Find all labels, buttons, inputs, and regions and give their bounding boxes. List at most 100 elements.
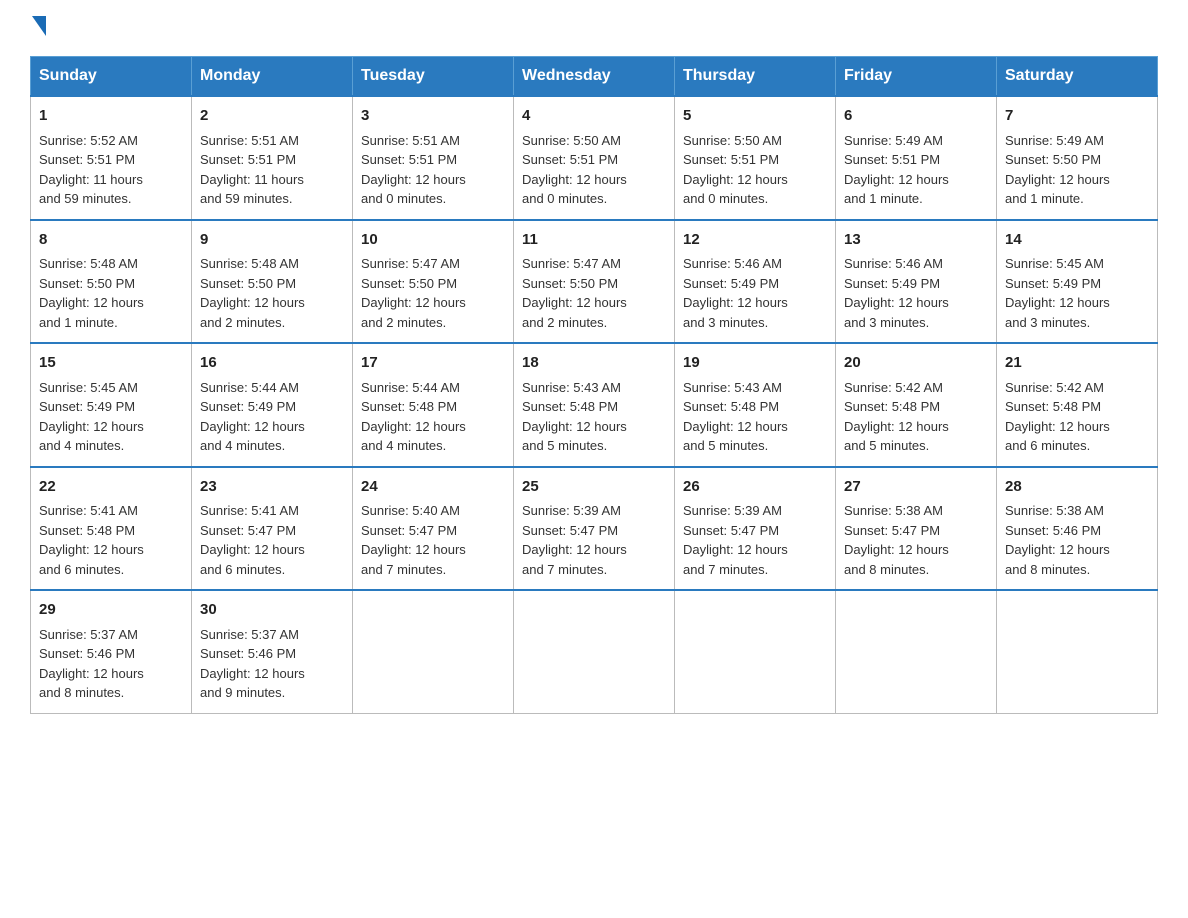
day-info: Sunrise: 5:37 AMSunset: 5:46 PMDaylight:… (200, 627, 305, 701)
column-header-tuesday: Tuesday (353, 57, 514, 97)
day-number: 14 (1005, 229, 1149, 252)
page-header (30, 20, 1158, 36)
calendar-cell: 18 Sunrise: 5:43 AMSunset: 5:48 PMDayligh… (514, 343, 675, 467)
day-info: Sunrise: 5:43 AMSunset: 5:48 PMDaylight:… (522, 380, 627, 454)
day-number: 13 (844, 229, 988, 252)
column-header-monday: Monday (192, 57, 353, 97)
calendar-cell: 26Sunrise: 5:39 AMSunset: 5:47 PMDayligh… (675, 467, 836, 591)
calendar-cell: 19 Sunrise: 5:43 AMSunset: 5:48 PMDayligh… (675, 343, 836, 467)
day-number: 11 (522, 229, 666, 252)
calendar-cell: 25Sunrise: 5:39 AMSunset: 5:47 PMDayligh… (514, 467, 675, 591)
column-header-saturday: Saturday (997, 57, 1158, 97)
calendar-cell: 3 Sunrise: 5:51 AMSunset: 5:51 PMDaylight… (353, 96, 514, 220)
logo (30, 20, 46, 36)
day-number: 22 (39, 476, 183, 499)
calendar-cell: 7Sunrise: 5:49 AMSunset: 5:50 PMDaylight… (997, 96, 1158, 220)
day-info: Sunrise: 5:49 AMSunset: 5:51 PMDaylight:… (844, 133, 949, 207)
calendar-cell: 10Sunrise: 5:47 AMSunset: 5:50 PMDayligh… (353, 220, 514, 344)
day-number: 6 (844, 105, 988, 128)
day-info: Sunrise: 5:47 AMSunset: 5:50 PMDaylight:… (361, 256, 466, 330)
day-info: Sunrise: 5:38 AMSunset: 5:46 PMDaylight:… (1005, 503, 1110, 577)
calendar-cell: 11 Sunrise: 5:47 AMSunset: 5:50 PMDayligh… (514, 220, 675, 344)
calendar-week-row: 15 Sunrise: 5:45 AMSunset: 5:49 PMDayligh… (31, 343, 1158, 467)
day-number: 23 (200, 476, 344, 499)
calendar-cell: 8 Sunrise: 5:48 AMSunset: 5:50 PMDaylight… (31, 220, 192, 344)
day-number: 16 (200, 352, 344, 375)
calendar-cell: 14 Sunrise: 5:45 AMSunset: 5:49 PMDayligh… (997, 220, 1158, 344)
day-info: Sunrise: 5:48 AMSunset: 5:50 PMDaylight:… (200, 256, 305, 330)
day-number: 9 (200, 229, 344, 252)
day-info: Sunrise: 5:40 AMSunset: 5:47 PMDaylight:… (361, 503, 466, 577)
day-info: Sunrise: 5:41 AMSunset: 5:48 PMDaylight:… (39, 503, 144, 577)
day-number: 8 (39, 229, 183, 252)
day-info: Sunrise: 5:45 AMSunset: 5:49 PMDaylight:… (1005, 256, 1110, 330)
calendar-cell: 20Sunrise: 5:42 AMSunset: 5:48 PMDayligh… (836, 343, 997, 467)
calendar-week-row: 29 Sunrise: 5:37 AMSunset: 5:46 PMDayligh… (31, 590, 1158, 713)
calendar-week-row: 22 Sunrise: 5:41 AMSunset: 5:48 PMDayligh… (31, 467, 1158, 591)
day-info: Sunrise: 5:42 AMSunset: 5:48 PMDaylight:… (1005, 380, 1110, 454)
day-number: 27 (844, 476, 988, 499)
day-info: Sunrise: 5:41 AMSunset: 5:47 PMDaylight:… (200, 503, 305, 577)
day-info: Sunrise: 5:38 AMSunset: 5:47 PMDaylight:… (844, 503, 949, 577)
calendar-cell: 9 Sunrise: 5:48 AMSunset: 5:50 PMDaylight… (192, 220, 353, 344)
calendar-cell (997, 590, 1158, 713)
calendar-cell (353, 590, 514, 713)
day-number: 18 (522, 352, 666, 375)
calendar-cell: 24 Sunrise: 5:40 AMSunset: 5:47 PMDayligh… (353, 467, 514, 591)
day-info: Sunrise: 5:37 AMSunset: 5:46 PMDaylight:… (39, 627, 144, 701)
calendar-cell: 5 Sunrise: 5:50 AMSunset: 5:51 PMDaylight… (675, 96, 836, 220)
day-info: Sunrise: 5:48 AMSunset: 5:50 PMDaylight:… (39, 256, 144, 330)
day-info: Sunrise: 5:45 AMSunset: 5:49 PMDaylight:… (39, 380, 144, 454)
day-number: 2 (200, 105, 344, 128)
day-info: Sunrise: 5:44 AMSunset: 5:48 PMDaylight:… (361, 380, 466, 454)
calendar-cell: 22 Sunrise: 5:41 AMSunset: 5:48 PMDayligh… (31, 467, 192, 591)
calendar-cell: 12Sunrise: 5:46 AMSunset: 5:49 PMDayligh… (675, 220, 836, 344)
day-number: 15 (39, 352, 183, 375)
day-number: 30 (200, 599, 344, 622)
day-info: Sunrise: 5:51 AMSunset: 5:51 PMDaylight:… (200, 133, 304, 207)
day-number: 29 (39, 599, 183, 622)
day-number: 28 (1005, 476, 1149, 499)
calendar-week-row: 8 Sunrise: 5:48 AMSunset: 5:50 PMDaylight… (31, 220, 1158, 344)
day-info: Sunrise: 5:51 AMSunset: 5:51 PMDaylight:… (361, 133, 466, 207)
day-number: 1 (39, 105, 183, 128)
calendar-cell (675, 590, 836, 713)
calendar-cell (836, 590, 997, 713)
column-header-thursday: Thursday (675, 57, 836, 97)
calendar-cell: 1 Sunrise: 5:52 AMSunset: 5:51 PMDaylight… (31, 96, 192, 220)
calendar-cell: 27 Sunrise: 5:38 AMSunset: 5:47 PMDayligh… (836, 467, 997, 591)
calendar-week-row: 1 Sunrise: 5:52 AMSunset: 5:51 PMDaylight… (31, 96, 1158, 220)
day-info: Sunrise: 5:52 AMSunset: 5:51 PMDaylight:… (39, 133, 143, 207)
calendar-cell: 29 Sunrise: 5:37 AMSunset: 5:46 PMDayligh… (31, 590, 192, 713)
calendar-cell: 2 Sunrise: 5:51 AMSunset: 5:51 PMDaylight… (192, 96, 353, 220)
calendar-cell: 13Sunrise: 5:46 AMSunset: 5:49 PMDayligh… (836, 220, 997, 344)
calendar-cell (514, 590, 675, 713)
day-number: 3 (361, 105, 505, 128)
day-number: 4 (522, 105, 666, 128)
calendar-cell: 23 Sunrise: 5:41 AMSunset: 5:47 PMDayligh… (192, 467, 353, 591)
calendar-cell: 30 Sunrise: 5:37 AMSunset: 5:46 PMDayligh… (192, 590, 353, 713)
day-number: 19 (683, 352, 827, 375)
column-header-friday: Friday (836, 57, 997, 97)
logo-triangle-icon (32, 16, 46, 36)
calendar-cell: 4 Sunrise: 5:50 AMSunset: 5:51 PMDaylight… (514, 96, 675, 220)
calendar-cell: 6 Sunrise: 5:49 AMSunset: 5:51 PMDaylight… (836, 96, 997, 220)
day-number: 21 (1005, 352, 1149, 375)
day-info: Sunrise: 5:39 AMSunset: 5:47 PMDaylight:… (522, 503, 627, 577)
day-info: Sunrise: 5:43 AMSunset: 5:48 PMDaylight:… (683, 380, 788, 454)
day-number: 26 (683, 476, 827, 499)
day-number: 5 (683, 105, 827, 128)
column-header-wednesday: Wednesday (514, 57, 675, 97)
calendar-cell: 28 Sunrise: 5:38 AMSunset: 5:46 PMDayligh… (997, 467, 1158, 591)
day-info: Sunrise: 5:42 AMSunset: 5:48 PMDaylight:… (844, 380, 949, 454)
column-header-sunday: Sunday (31, 57, 192, 97)
calendar-cell: 17Sunrise: 5:44 AMSunset: 5:48 PMDayligh… (353, 343, 514, 467)
day-info: Sunrise: 5:50 AMSunset: 5:51 PMDaylight:… (683, 133, 788, 207)
day-number: 24 (361, 476, 505, 499)
day-number: 7 (1005, 105, 1149, 128)
calendar-cell: 16Sunrise: 5:44 AMSunset: 5:49 PMDayligh… (192, 343, 353, 467)
day-info: Sunrise: 5:50 AMSunset: 5:51 PMDaylight:… (522, 133, 627, 207)
calendar-header-row: SundayMondayTuesdayWednesdayThursdayFrid… (31, 57, 1158, 97)
day-info: Sunrise: 5:47 AMSunset: 5:50 PMDaylight:… (522, 256, 627, 330)
calendar-cell: 21 Sunrise: 5:42 AMSunset: 5:48 PMDayligh… (997, 343, 1158, 467)
